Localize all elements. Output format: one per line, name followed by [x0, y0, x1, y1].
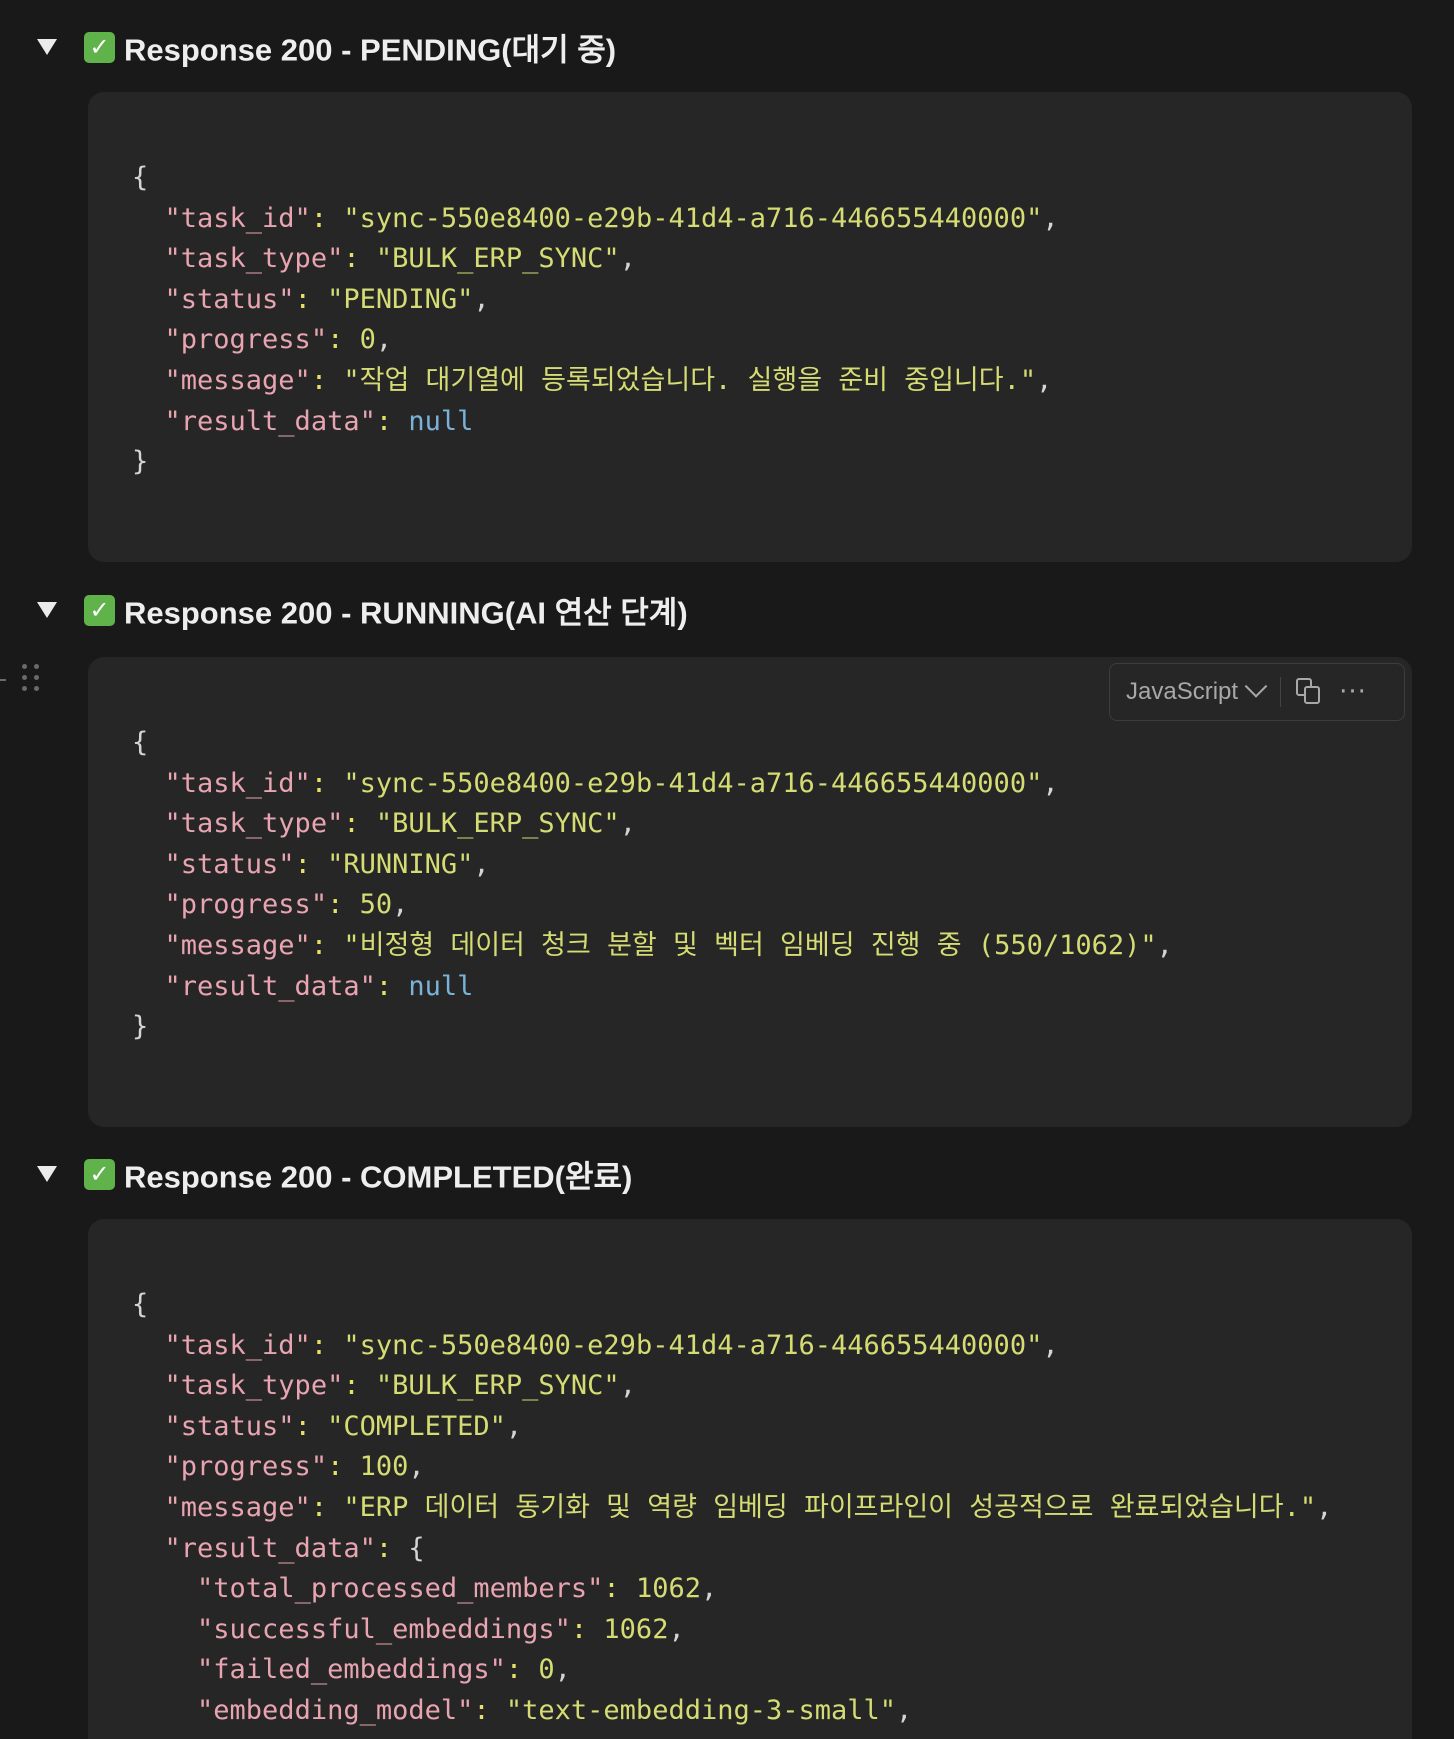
chevron-down-icon [1244, 675, 1268, 698]
more-icon: ··· [1339, 677, 1367, 707]
toggle-header-running[interactable]: ✓ Response 200 - RUNNING(AI 연산 단계) [0, 585, 1454, 635]
code-block[interactable]: { "task_id": "sync-550e8400-e29b-41d4-a7… [88, 92, 1412, 562]
code-content: { "task_id": "sync-550e8400-e29b-41d4-a7… [132, 1289, 1333, 1726]
toggle-title: Response 200 - PENDING(대기 중) [124, 32, 617, 68]
triangle-down-icon[interactable] [37, 602, 57, 618]
toggle-title: Response 200 - RUNNING(AI 연산 단계) [124, 595, 688, 631]
block-marker [0, 679, 6, 681]
check-mark-icon: ✓ [84, 595, 115, 626]
toggle-header-completed[interactable]: ✓ Response 200 - COMPLETED(완료) [0, 1149, 1454, 1199]
code-block[interactable]: { "task_id": "sync-550e8400-e29b-41d4-a7… [88, 1219, 1412, 1739]
language-select[interactable]: JavaScript [1110, 664, 1274, 720]
triangle-down-icon[interactable] [37, 1166, 57, 1182]
code-content: { "task_id": "sync-550e8400-e29b-41d4-a7… [132, 162, 1059, 478]
language-label: JavaScript [1126, 678, 1239, 705]
triangle-down-icon[interactable] [37, 39, 57, 55]
copy-icon [1296, 678, 1322, 706]
toggle-header-pending[interactable]: ✓ Response 200 - PENDING(대기 중) [0, 22, 1454, 72]
code-content: { "task_id": "sync-550e8400-e29b-41d4-a7… [132, 727, 1173, 1043]
code-toolbar: JavaScript ··· [1109, 663, 1405, 721]
check-mark-icon: ✓ [84, 1159, 115, 1190]
code-block[interactable]: JavaScript ··· { "task_id": "sync-550e84… [88, 657, 1412, 1127]
drag-handle-icon[interactable] [22, 664, 40, 691]
copy-button[interactable] [1287, 664, 1331, 720]
check-mark-icon: ✓ [84, 32, 115, 63]
toggle-title: Response 200 - COMPLETED(완료) [124, 1159, 633, 1195]
more-options-button[interactable]: ··· [1331, 664, 1375, 720]
toolbar-divider [1280, 677, 1282, 707]
